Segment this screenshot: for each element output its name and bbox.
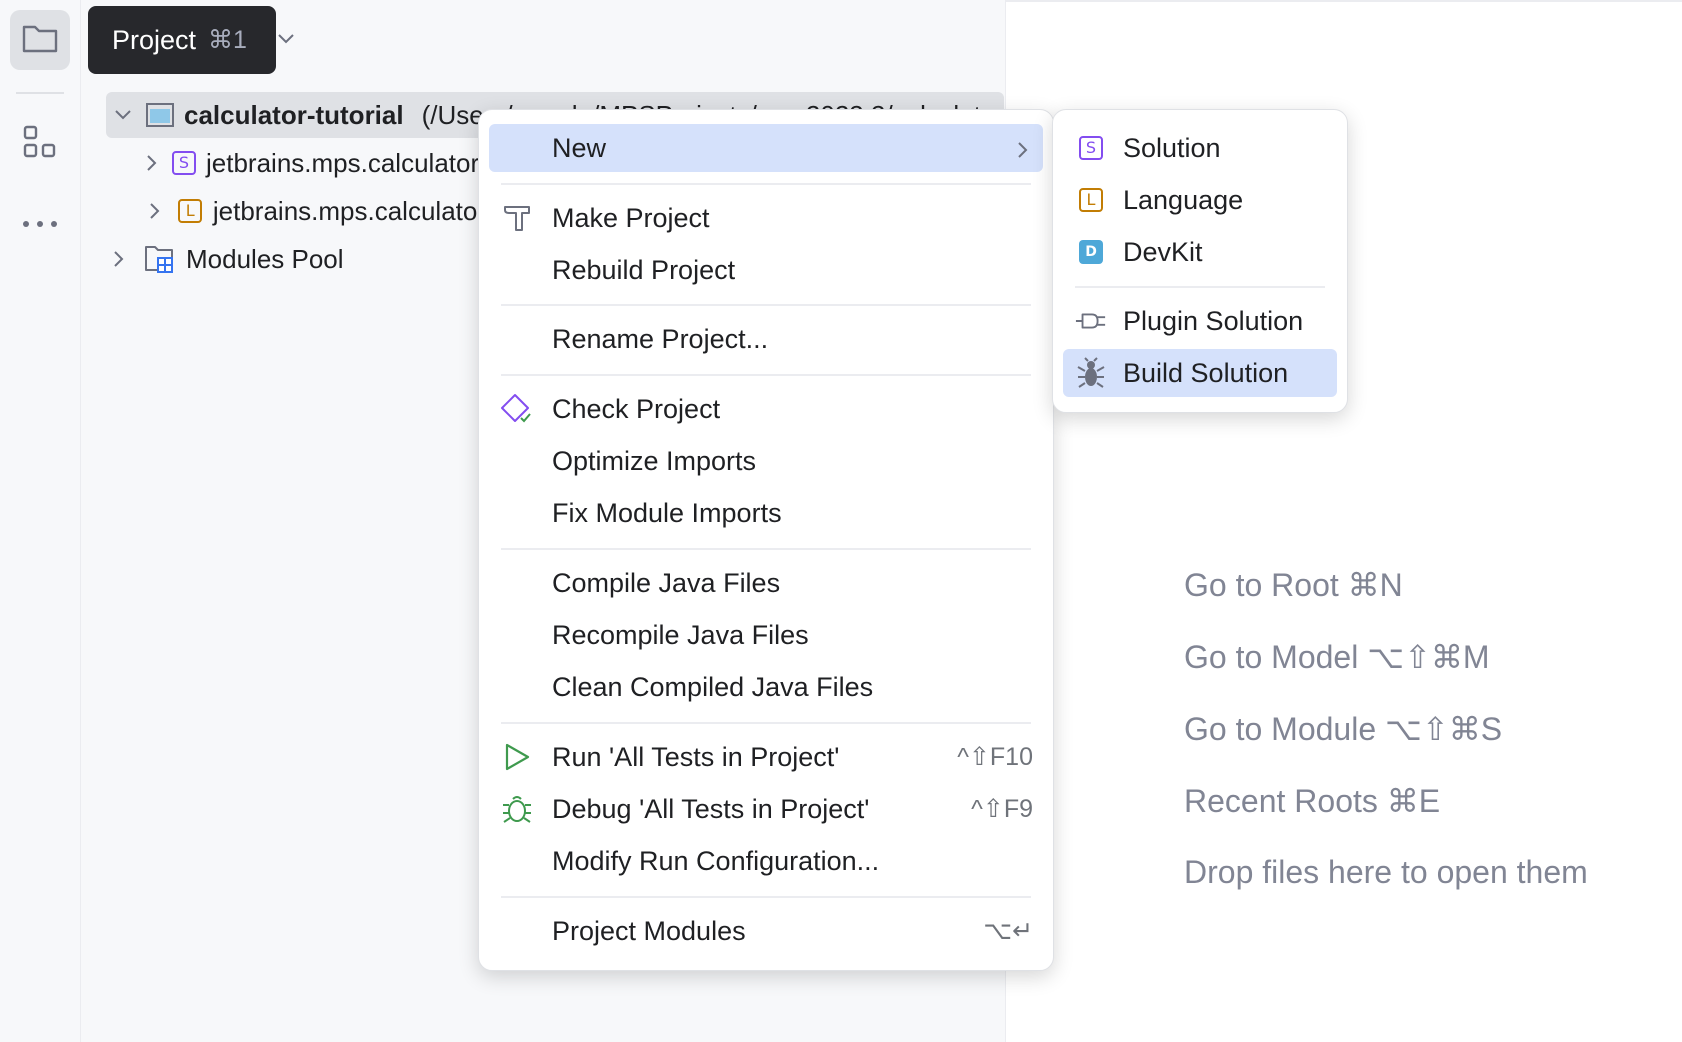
run-tests-shortcut: ^⇧F10	[957, 743, 1033, 771]
menu-separator	[501, 304, 1031, 306]
menu-item-make-project[interactable]: Make Project	[489, 194, 1043, 242]
check-project-icon	[501, 393, 533, 425]
tree-item-label: jetbrains.mps.calculator.sandbox	[206, 147, 486, 178]
project-tooltip: Project ⌘1	[88, 6, 276, 74]
menu-item-compile-java[interactable]: Compile Java Files	[489, 559, 1043, 607]
menu-separator	[501, 548, 1031, 550]
run-icon	[501, 741, 533, 773]
hint-recent-roots: Recent Roots ⌘E	[1184, 783, 1441, 819]
submenu-item-solution[interactable]: S Solution	[1063, 124, 1337, 172]
build-ant-icon	[1075, 357, 1107, 389]
menu-item-recompile-java[interactable]: Recompile Java Files	[489, 611, 1043, 659]
project-modules-shortcut: ⌥↵	[983, 917, 1033, 945]
tree-item-label: jetbrains.mps.calculator	[212, 195, 486, 226]
project-context-menu: New Make Project Rebuild Project Rename …	[478, 109, 1054, 971]
submenu-item-plugin-solution[interactable]: Plugin Solution	[1063, 297, 1337, 345]
devkit-icon: D	[1075, 236, 1107, 268]
tree-item-label: Modules Pool	[186, 243, 344, 274]
tooltip-label: Project	[112, 24, 197, 55]
chevron-down-icon[interactable]	[277, 32, 295, 50]
more-icon	[22, 215, 58, 233]
tool-window-strip	[0, 0, 81, 1042]
project-tool-button[interactable]	[10, 10, 70, 70]
hint-go-to-model: Go to Model ⌥⇧⌘M	[1184, 639, 1490, 675]
submenu-item-build-solution[interactable]: Build Solution	[1063, 349, 1337, 397]
hint-go-to-root: Go to Root ⌘N	[1184, 567, 1403, 603]
hint-drop-files: Drop files here to open them	[1184, 854, 1588, 890]
plugin-icon	[1075, 305, 1107, 337]
chevron-down-icon[interactable]	[114, 109, 132, 121]
menu-separator	[501, 896, 1031, 898]
menu-item-run-tests[interactable]: Run 'All Tests in Project' ^⇧F10	[489, 733, 1043, 781]
language-icon: L	[177, 195, 203, 227]
menu-separator	[1075, 286, 1325, 288]
menu-item-project-modules[interactable]: Project Modules ⌥↵	[489, 907, 1043, 955]
tool-strip-divider	[16, 92, 64, 94]
more-tools-button[interactable]	[10, 194, 70, 254]
menu-item-rebuild-project[interactable]: Rebuild Project	[489, 246, 1043, 294]
menu-item-new[interactable]: New	[489, 124, 1043, 172]
project-root-name: calculator-tutorial	[184, 99, 404, 130]
submenu-item-language[interactable]: L Language	[1063, 176, 1337, 224]
menu-item-debug-tests[interactable]: Debug 'All Tests in Project' ^⇧F9	[489, 785, 1043, 833]
project-module-icon	[146, 99, 174, 131]
solution-icon: S	[1075, 132, 1107, 164]
modules-pool-icon	[144, 243, 176, 275]
language-icon: L	[1075, 184, 1107, 216]
tree-row-modules-pool[interactable]: Modules Pool	[108, 236, 438, 282]
debug-bug-icon	[501, 793, 533, 825]
chevron-right-icon[interactable]	[108, 250, 130, 268]
chevron-right-icon[interactable]	[146, 202, 163, 220]
menu-item-rename-project[interactable]: Rename Project...	[489, 315, 1043, 363]
menu-separator	[501, 374, 1031, 376]
debug-tests-shortcut: ^⇧F9	[971, 795, 1033, 823]
tooltip-shortcut: ⌘1	[208, 26, 247, 54]
submenu-item-devkit[interactable]: D DevKit	[1063, 228, 1337, 276]
new-submenu: S Solution L Language D DevKit Plugin So…	[1052, 109, 1348, 413]
chevron-right-icon	[1017, 136, 1029, 167]
menu-item-check-project[interactable]: Check Project	[489, 385, 1043, 433]
menu-item-clean-compiled[interactable]: Clean Compiled Java Files	[489, 663, 1043, 711]
chevron-right-icon[interactable]	[146, 154, 158, 172]
menu-item-modify-run-config[interactable]: Modify Run Configuration...	[489, 837, 1043, 885]
tree-row-language[interactable]: L jetbrains.mps.calculator	[146, 188, 486, 234]
structure-tool-button[interactable]	[10, 114, 70, 174]
hammer-icon	[501, 202, 533, 234]
solution-icon: S	[172, 147, 196, 179]
menu-separator	[501, 722, 1031, 724]
hint-go-to-module: Go to Module ⌥⇧⌘S	[1184, 711, 1503, 747]
menu-item-fix-module-imports[interactable]: Fix Module Imports	[489, 489, 1043, 537]
menu-item-optimize-imports[interactable]: Optimize Imports	[489, 437, 1043, 485]
structure-icon	[23, 125, 57, 164]
menu-separator	[501, 183, 1031, 185]
tree-row-sandbox-solution[interactable]: S jetbrains.mps.calculator.sandbox	[146, 140, 486, 186]
folder-icon	[22, 23, 58, 58]
